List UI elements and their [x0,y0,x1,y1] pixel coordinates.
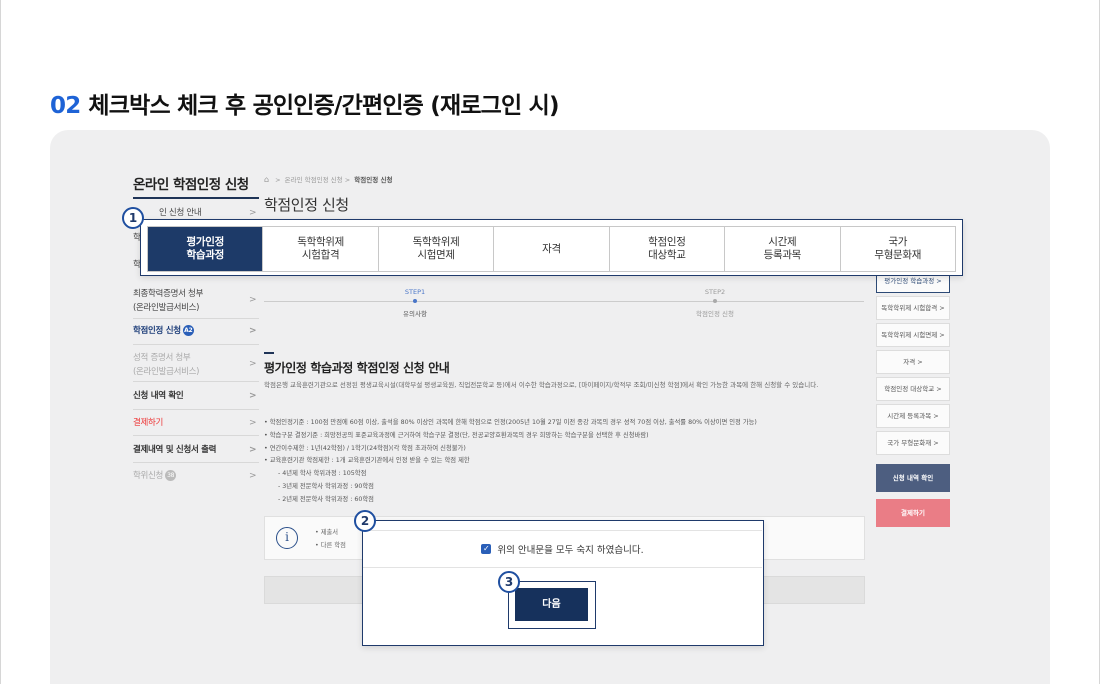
checkbox-checked-icon[interactable]: ✓ [481,544,492,554]
section-bar [264,352,274,354]
tab-target-school[interactable]: 학점인정 대상학교 [610,227,726,271]
tab-intangible-heritage[interactable]: 국가 무형문화재 [841,227,955,271]
section-title: 평가인정 학습과정 학점인정 신청 안내 [264,361,450,375]
quick-link-target-school[interactable]: 학점인정 대상학교 > [876,377,950,401]
chevron-right-icon: > [249,208,257,218]
chevron-right-icon: > [249,359,257,369]
bullet-item: • 교육훈련기관 학점제한 : 1개 교육훈련기관에서 인정 받을 수 있는 학… [264,457,470,464]
bullet-item: • 학점인정기준 : 100점 만점에 60점 이상, 출석을 80% 이상인 … [264,419,757,426]
sidebar-item-history[interactable]: 신청 내역 확인 > [133,389,259,403]
tab-evaluation-course[interactable]: 평가인정 학습과정 [148,227,264,271]
sub-bullet-item: - 3년제 전문학사 학위과정 : 90학점 [278,483,374,490]
quick-link-intangible-heritage[interactable]: 국가 무형문화재 > [876,431,950,455]
quick-link-self-study-pass[interactable]: 독학학위제 시험합격 > [876,296,950,320]
info-icon: i [276,527,298,549]
step-2: STEP2 학점인정 신청 [696,288,734,318]
tab-qualification[interactable]: 자격 [494,227,610,271]
sidebar-divider [133,318,259,319]
agreement-row[interactable]: ✓ 위의 안내문을 모두 숙지 하였습니다. [363,530,762,568]
tab-self-study-exempt[interactable]: 독학학위제 시험면제 [379,227,495,271]
step-marker-3: 3 [498,571,520,593]
tab-part-time-course[interactable]: 시간제 등록과목 [725,227,841,271]
quick-link-qualification[interactable]: 자격 > [876,350,950,374]
sidebar-item-diploma-certificate[interactable]: 최종학력증명서 청부 (온라인발급서비스) > [133,287,259,315]
info-line: • 제출서 [315,529,339,536]
breadcrumb-item[interactable]: 온라인 학점인정 신청 [285,176,343,184]
sidebar-title-underline [133,197,259,199]
sub-bullet-item: - 2년제 전문학사 학위과정 : 60학점 [278,496,374,503]
heading-text: 체크박스 체크 후 공인인증/간편인증 (재로그인 시) [88,93,559,119]
sidebar-title: 온라인 학점인정 신청 [133,177,249,193]
info-line: • 다른 학점 [315,542,346,549]
bullet-item: • 학습구분 결정기준 : 희망전공의 표준교육과정에 근거하여 학습구분 결정… [264,432,649,439]
step-progress-line [264,301,864,302]
home-icon[interactable]: ⌂ [264,175,269,184]
agreement-checkbox-label[interactable]: 위의 안내문을 모두 숙지 하였습니다. [497,542,643,556]
sidebar-item-credit-application[interactable]: 학점인정 신청 A2 > [133,324,259,338]
sidebar-divider [133,462,259,463]
step-marker-1: 1 [122,207,144,229]
section-heading: 02 체크박스 체크 후 공인인증/간편인증 (재로그인 시) [50,86,559,120]
chevron-right-icon: > [249,418,257,428]
tab-bar: 평가인정 학습과정 독학학위제 시험합격 독학학위제 시험면제 자격 학점인정 대상학교… [147,226,956,272]
chevron-right-icon: > [249,445,257,455]
sidebar-divider [133,435,259,436]
chevron-right-icon: > [249,295,257,305]
breadcrumb-item-current: 학점인정 신청 [354,176,393,184]
sidebar-item-grade-certificate[interactable]: 성적 증명서 청부 (온라인발급서비스) > [133,351,259,379]
sidebar-divider [133,344,259,345]
badge: 38 [165,470,177,481]
chevron-right-icon: > [249,391,257,401]
breadcrumb: ⌂ > 온라인 학점인정 신청 > 학점인정 신청 [264,175,393,184]
chevron-right-icon: > [249,471,257,481]
quick-link-part-time-course[interactable]: 시간제 등록과목 > [876,404,950,428]
quick-link-self-study-exempt[interactable]: 독학학위제 시험면제 > [876,323,950,347]
tab-highlight-box: 평가인정 학습과정 독학학위제 시험합격 독학학위제 시험면제 자격 학점인정 대상학교… [140,219,963,276]
step-1: STEP1 유의사항 [403,288,427,318]
confirm-history-button[interactable]: 신청 내역 확인 [876,464,950,492]
tab-self-study-pass[interactable]: 독학학위제 시험합격 [263,227,379,271]
next-button-highlight: 다음 [508,581,596,629]
chevron-right-icon: > [249,326,257,336]
agreement-dialog: ✓ 위의 안내문을 모두 숙지 하였습니다. 다음 [362,520,764,646]
step-dot [713,299,717,303]
section-paragraph: 학점은행 교육훈련기관으로 선정된 평생교육시설(대학부설 평생교육원, 직업전… [264,381,819,389]
sidebar-divider [133,409,259,410]
page-title: 학점인정 신청 [264,196,349,214]
bullet-item: • 연간이수제한 : 1년(42학점) / 1학기(24학점)(각 학점 초과하… [264,445,466,452]
step-dot [413,299,417,303]
next-button[interactable]: 다음 [515,588,588,621]
sidebar-divider [133,381,259,382]
sidebar-item-payment[interactable]: 결제하기 > [133,416,259,430]
heading-number: 02 [50,93,81,119]
sidebar-item-payment-history[interactable]: 결제내역 및 신청서 출력 > [133,443,259,457]
sidebar-item-guide[interactable]: 인 신청 안내 > [133,206,259,220]
payment-button[interactable]: 결제하기 [876,499,950,527]
badge: A2 [182,325,194,336]
step-marker-2: 2 [354,510,376,532]
sidebar-item-degree[interactable]: 학위신청 38 > [133,469,259,483]
sub-bullet-item: - 4년제 학사 학위과정 : 105학점 [278,470,367,477]
